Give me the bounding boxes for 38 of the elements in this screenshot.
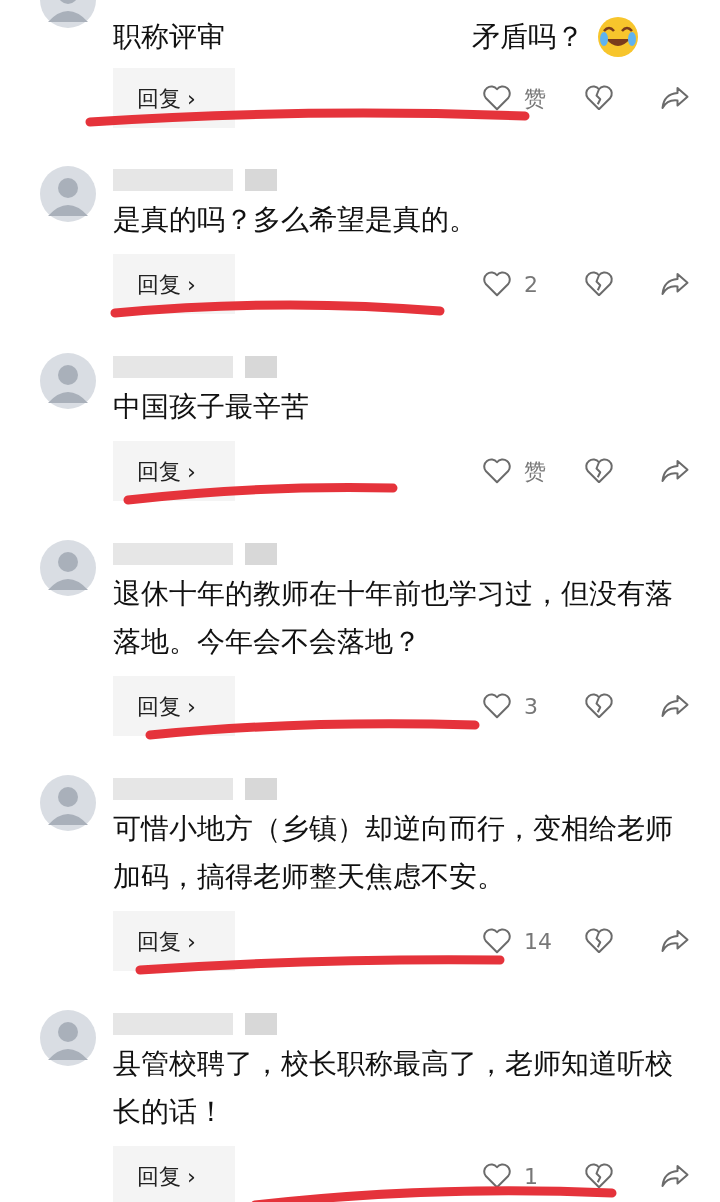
comment-text: 是真的吗？多么希望是真的。 [113,202,477,238]
comment-text: 可惜小地方（乡镇）却逆向而行，变相给老师加码，搞得老师整天焦虑不安。 [113,811,674,895]
broken-heart-icon[interactable] [584,927,614,955]
like-count: 赞 [523,84,547,113]
heart-icon[interactable] [482,927,512,955]
blurred-username [245,778,277,800]
like-count: 赞 [523,457,547,486]
share-icon[interactable] [660,270,690,298]
blurred-username [245,169,277,191]
reply-button[interactable]: 回复 › [113,911,235,971]
share-icon[interactable] [660,692,690,720]
blurred-username [245,356,277,378]
like-count: 2 [523,270,539,299]
blurred-username [245,543,277,565]
like-count: 1 [523,1162,539,1191]
blurred-username [245,1013,277,1035]
comment-text: 县管校聘了，校长职称最高了，老师知道听校长的话！ [113,1046,674,1130]
heart-icon[interactable] [482,457,512,485]
comment-text: 中国孩子最辛苦 [113,389,309,425]
broken-heart-icon[interactable] [584,457,614,485]
broken-heart-icon[interactable] [584,692,614,720]
heart-icon[interactable] [482,84,512,112]
broken-heart-icon[interactable] [584,84,614,112]
broken-heart-icon[interactable] [584,270,614,298]
share-icon[interactable] [660,1162,690,1190]
share-icon[interactable] [660,927,690,955]
heart-icon[interactable] [482,692,512,720]
share-icon[interactable] [660,84,690,112]
broken-heart-icon[interactable] [584,1162,614,1190]
heart-icon[interactable] [482,270,512,298]
comment-text: 职称评审 [113,19,225,55]
like-count: 3 [523,692,539,721]
reply-button[interactable]: 回复 › [113,676,235,736]
reply-button[interactable]: 回复 › [113,1146,235,1202]
share-icon[interactable] [660,457,690,485]
comment-text: 退休十年的教师在十年前也学习过，但没有落落地。今年会不会落地？ [113,576,674,660]
comment-text: 矛盾吗？ [472,19,584,55]
like-count: 14 [523,927,553,956]
